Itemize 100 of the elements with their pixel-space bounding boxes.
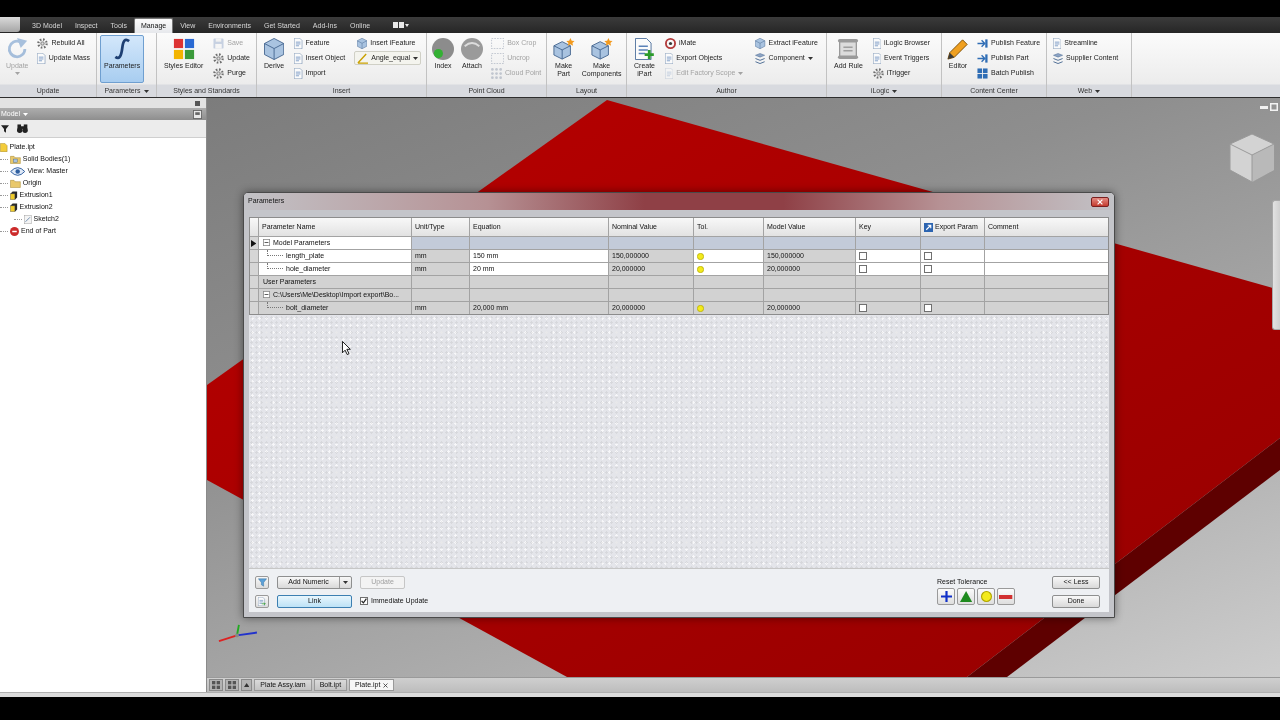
stack-icon — [755, 52, 766, 64]
caret-icon — [413, 56, 419, 60]
checkbox[interactable] — [859, 304, 867, 312]
tolerance-button[interactable] — [957, 588, 975, 606]
document-icon — [37, 52, 46, 64]
dashed-box-icon — [491, 52, 505, 64]
caret-icon — [23, 112, 29, 116]
caret-icon — [1095, 89, 1101, 93]
tiles-icon — [172, 38, 195, 60]
header-corner — [250, 218, 258, 236]
grid-icon — [977, 67, 988, 79]
arrow-icon — [977, 52, 988, 64]
sphere-icon — [432, 38, 454, 60]
eye-icon — [10, 166, 26, 176]
cube-icon — [755, 37, 766, 49]
document-icon — [665, 67, 674, 79]
scroll-icon — [837, 38, 860, 60]
circle-icon — [697, 252, 704, 260]
angle-icon — [357, 52, 369, 64]
checkbox[interactable] — [924, 252, 932, 260]
filter-icon — [257, 578, 267, 587]
gear-icon — [213, 67, 225, 79]
cube-icon — [357, 37, 368, 49]
stop-icon — [10, 226, 19, 236]
close-button[interactable] — [1091, 196, 1109, 207]
caret-icon — [892, 89, 898, 93]
circle-icon — [980, 591, 992, 603]
document-icon — [872, 37, 882, 49]
checkbox[interactable] — [924, 265, 932, 273]
sketch-icon — [24, 214, 32, 224]
cube-star-icon — [590, 38, 613, 60]
mouse-pointer-icon — [342, 341, 351, 355]
folder-icon — [10, 178, 21, 188]
caret-up-icon — [244, 683, 250, 687]
arrow-square-icon — [924, 222, 933, 232]
document-arrow-icon — [258, 597, 266, 606]
document-icon — [665, 52, 674, 64]
row-pointer-icon — [251, 239, 257, 247]
gear-icon — [872, 67, 884, 79]
collapse-icon[interactable] — [263, 239, 270, 247]
maximize-icon[interactable] — [1270, 103, 1278, 111]
layout-button[interactable] — [225, 679, 239, 691]
filter-icon[interactable] — [1, 124, 9, 133]
collapse-icon[interactable] — [263, 291, 270, 299]
table-cell — [856, 237, 920, 249]
grid-icon — [212, 681, 220, 689]
minus-icon — [999, 594, 1013, 599]
close-icon[interactable] — [383, 682, 389, 688]
curve-icon — [113, 38, 131, 60]
table-cell — [921, 237, 984, 249]
panel-toggle-icon — [393, 21, 410, 29]
folder-icon — [10, 154, 21, 164]
circle-icon — [697, 304, 704, 312]
refresh-icon — [6, 38, 28, 60]
binoculars-icon[interactable] — [17, 124, 28, 133]
table-cell — [694, 237, 763, 249]
document-icon — [1053, 37, 1062, 49]
caret-icon — [14, 72, 20, 75]
caret-icon — [143, 89, 149, 93]
circle-icon — [697, 265, 704, 273]
cube-star-icon — [552, 38, 575, 60]
close-icon — [1097, 198, 1103, 205]
dots-icon — [491, 67, 502, 79]
table-cell — [921, 276, 984, 288]
plus-icon — [940, 591, 952, 603]
grid-icon — [228, 681, 236, 689]
arrow-icon — [977, 37, 988, 49]
caret-icon — [738, 71, 744, 75]
checkbox[interactable] — [859, 252, 867, 260]
dashed-box-icon — [491, 37, 505, 49]
checkbox[interactable] — [924, 304, 932, 312]
document-icon — [294, 67, 303, 79]
document-icon — [872, 52, 882, 64]
document-icon — [294, 52, 303, 64]
checkbox[interactable] — [360, 597, 368, 606]
filter-button[interactable] — [255, 576, 269, 589]
triangle-icon — [959, 591, 973, 603]
document-icon — [0, 142, 8, 152]
tolerance-button[interactable] — [937, 588, 955, 606]
checkbox[interactable] — [859, 265, 867, 273]
stack-icon — [1053, 52, 1064, 64]
row-selector[interactable] — [250, 237, 258, 249]
ring-icon — [665, 37, 676, 49]
gear-icon — [37, 37, 49, 49]
table-cell — [412, 237, 469, 249]
collapse-button[interactable] — [241, 679, 253, 691]
caret-icon — [343, 581, 348, 584]
block-icon — [10, 190, 18, 200]
gear-icon — [213, 52, 225, 64]
document-icon — [294, 37, 303, 49]
table-cell — [694, 276, 763, 288]
layout-button[interactable] — [209, 679, 223, 691]
axis-triad-icon — [218, 624, 258, 643]
checkmark-icon — [361, 598, 367, 605]
document-plus-icon — [634, 38, 655, 60]
export-button[interactable] — [255, 595, 269, 608]
tolerance-button[interactable] — [997, 588, 1015, 606]
sphere-icon — [461, 38, 483, 60]
cube-icon — [264, 38, 285, 60]
pencil-icon — [947, 38, 969, 60]
